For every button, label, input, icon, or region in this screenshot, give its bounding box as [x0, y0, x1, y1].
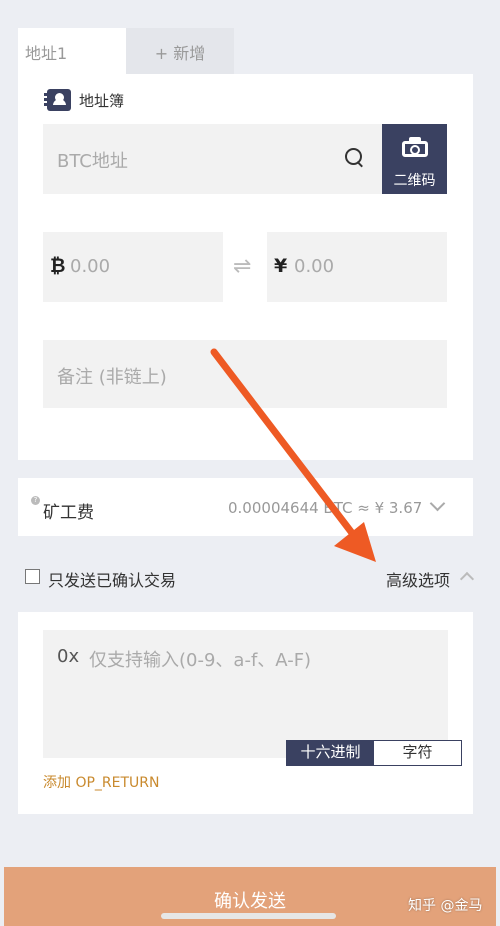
qr-scan-button[interactable]: 二维码 [382, 124, 447, 194]
btc-address-input[interactable]: BTC地址 [43, 124, 383, 194]
address-book-icon [44, 89, 71, 111]
op-return-placeholder: 仅支持输入(0-9、a-f、A-F) [89, 650, 312, 671]
recipient-card: 地址簿 BTC地址 二维码 ₿ 0.00 ⇌ ¥ 0.00 备注 (非链上) [18, 74, 473, 460]
note-placeholder: 备注 (非链上) [57, 367, 167, 388]
watermark: 知乎 @金马 [408, 898, 483, 914]
confirmed-only-checkbox[interactable] [25, 569, 40, 584]
tab-add-new[interactable]: + 新增 [126, 28, 234, 74]
advanced-options-toggle[interactable]: 高级选项 [386, 567, 450, 591]
add-op-return-link[interactable]: 添加 OP_RETURN [43, 772, 159, 792]
btc-amount-input[interactable]: ₿ 0.00 [43, 232, 223, 302]
address-book-label: 地址簿 [79, 91, 125, 110]
camera-icon [402, 137, 428, 157]
btc-address-placeholder: BTC地址 [57, 151, 128, 172]
help-icon[interactable]: ? [31, 496, 40, 505]
yuan-icon: ¥ [274, 255, 288, 277]
btc-amount-placeholder: 0.00 [70, 256, 111, 277]
bitcoin-icon: ₿ [50, 255, 66, 277]
text-mode-button[interactable]: 字符 [374, 741, 461, 765]
address-book-link[interactable]: 地址簿 [44, 89, 125, 111]
options-row: 只发送已确认交易 高级选项 [25, 566, 475, 591]
confirmed-only-label[interactable]: 只发送已确认交易 [48, 567, 176, 591]
cny-amount-placeholder: 0.00 [294, 256, 335, 277]
home-indicator [161, 913, 336, 919]
qr-scan-label: 二维码 [393, 173, 436, 189]
chevron-down-icon[interactable] [429, 495, 446, 512]
search-icon[interactable] [345, 148, 365, 168]
encoding-toggle: 十六进制 字符 [286, 740, 462, 766]
miner-fee-row[interactable]: ? 矿工费 0.00004644 BTC ≈ ¥ 3.67 [18, 478, 473, 536]
fee-value: 0.00004644 BTC ≈ ¥ 3.67 [228, 499, 423, 517]
tab-address-1[interactable]: 地址1 [18, 28, 126, 74]
swap-icon[interactable]: ⇌ [233, 256, 257, 278]
cny-amount-input[interactable]: ¥ 0.00 [267, 232, 447, 302]
op-return-card: 0x 仅支持输入(0-9、a-f、A-F) 十六进制 字符 添加 OP_RETU… [18, 612, 473, 814]
note-input[interactable]: 备注 (非链上) [43, 340, 447, 408]
hex-mode-button[interactable]: 十六进制 [287, 741, 374, 765]
op-return-input[interactable]: 0x 仅支持输入(0-9、a-f、A-F) 十六进制 字符 [43, 630, 462, 766]
hex-prefix: 0x [57, 646, 80, 667]
chevron-up-icon[interactable] [459, 571, 475, 587]
fee-label: 矿工费 [43, 503, 94, 523]
